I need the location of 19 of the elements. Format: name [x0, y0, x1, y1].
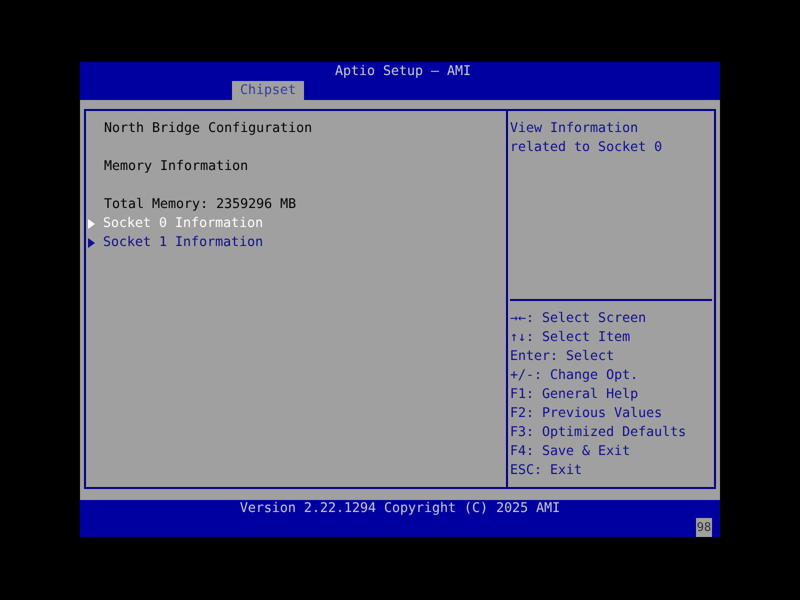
key-hint: ESC: Exit — [510, 462, 584, 480]
key-hint: F3: Optimized Defaults — [510, 424, 688, 442]
submenu-item[interactable]: Socket 1 Information — [88, 233, 264, 252]
key-hint: →←: Select Screen — [510, 310, 648, 328]
help-text: View Information related to Socket 0 — [510, 120, 664, 157]
window-title: Aptio Setup – AMI — [334, 63, 472, 81]
key-hint: ↑↓: Select Item — [510, 329, 632, 347]
key-hint: F2: Previous Values — [510, 405, 664, 423]
menu-label: Total Memory: 2359296 MB — [104, 196, 296, 214]
version-text: Version 2.22.1294 Copyright (C) 2025 AMI — [240, 500, 560, 518]
post-code-badge: 98 — [696, 518, 712, 537]
menu-label: North Bridge Configuration — [104, 120, 312, 138]
key-hint: Enter: Select — [510, 348, 616, 366]
key-hint: F1: General Help — [510, 386, 640, 404]
key-hint: F4: Save & Exit — [510, 443, 632, 461]
key-hint: +/-: Change Opt. — [510, 367, 640, 385]
tab[interactable]: Chipset — [232, 81, 304, 100]
menu-label: Memory Information — [104, 158, 248, 176]
submenu-item[interactable]: Socket 0 Information — [88, 214, 264, 233]
